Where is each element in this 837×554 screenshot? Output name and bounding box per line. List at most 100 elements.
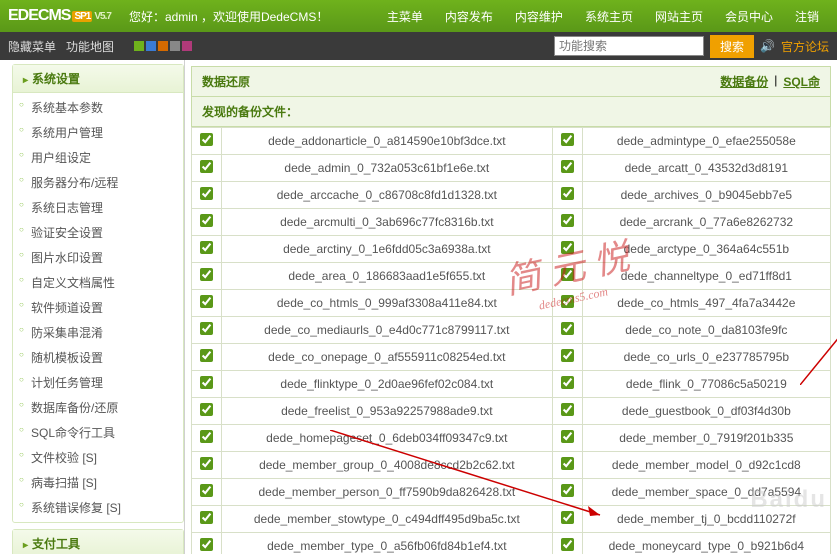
file-name-cell: dede_arctype_0_364a64c551b xyxy=(582,236,830,263)
file-checkbox[interactable] xyxy=(561,133,574,146)
file-name-cell: dede_moneycard_type_0_b921b6d4 xyxy=(582,533,830,554)
sidebar-item[interactable]: 计划任务管理 xyxy=(13,370,183,395)
top-nav: 主菜单 内容发布 内容维护 系统主页 网站主页 会员中心 注销 xyxy=(377,4,829,29)
file-name-cell: dede_arccache_0_c86708c8fd1d1328.txt xyxy=(222,182,553,209)
table-row: dede_co_mediaurls_0_e4d0c771c8799117.txt… xyxy=(192,317,831,344)
file-checkbox[interactable] xyxy=(200,457,213,470)
sidebar-item[interactable]: 系统日志管理 xyxy=(13,195,183,220)
forum-link[interactable]: 官方论坛 xyxy=(781,38,829,55)
sidebar-item[interactable]: 数据库备份/还原 xyxy=(13,395,183,420)
file-checkbox[interactable] xyxy=(200,133,213,146)
file-name-cell: dede_co_htmls_497_4fa7a3442e xyxy=(582,290,830,317)
file-name-cell: dede_arctiny_0_1e6fdd05c3a6938a.txt xyxy=(222,236,553,263)
theme-orange[interactable] xyxy=(158,41,168,51)
file-checkbox[interactable] xyxy=(561,511,574,524)
file-checkbox[interactable] xyxy=(200,268,213,281)
file-checkbox[interactable] xyxy=(561,214,574,227)
file-checkbox[interactable] xyxy=(200,484,213,497)
file-name-cell: dede_freelist_0_953a92257988ade9.txt xyxy=(222,398,553,425)
file-checkbox[interactable] xyxy=(200,160,213,173)
table-row: dede_member_type_0_a56fb06fd84b1ef4.txt d… xyxy=(192,533,831,554)
sidebar-group-title[interactable]: 系统设置 xyxy=(13,65,183,93)
file-name-cell: dede_co_htmls_0_999af3308a411e84.txt xyxy=(222,290,553,317)
file-checkbox[interactable] xyxy=(561,241,574,254)
file-checkbox[interactable] xyxy=(200,430,213,443)
file-checkbox[interactable] xyxy=(200,295,213,308)
file-checkbox[interactable] xyxy=(561,160,574,173)
sidebar-item[interactable]: 服务器分布/远程 xyxy=(13,170,183,195)
file-checkbox[interactable] xyxy=(561,322,574,335)
file-name-cell: dede_archives_0_b9045ebb7e5 xyxy=(582,182,830,209)
sql-cmd-link[interactable]: SQL命 xyxy=(783,73,820,90)
search-button[interactable]: 搜索 xyxy=(710,35,754,58)
file-checkbox[interactable] xyxy=(561,457,574,470)
file-name-cell: dede_member_type_0_a56fb06fd84b1ef4.txt xyxy=(222,533,553,554)
file-checkbox[interactable] xyxy=(200,187,213,200)
theme-gray[interactable] xyxy=(170,41,180,51)
file-name-cell: dede_area_0_186683aad1e5f655.txt xyxy=(222,263,553,290)
file-checkbox[interactable] xyxy=(561,187,574,200)
file-checkbox[interactable] xyxy=(200,349,213,362)
file-name-cell: dede_member_model_0_d92c1cd8 xyxy=(582,452,830,479)
nav-main[interactable]: 主菜单 xyxy=(377,4,433,29)
file-checkbox[interactable] xyxy=(200,376,213,389)
sidebar-item[interactable]: 文件校验 [S] xyxy=(13,445,183,470)
file-checkbox[interactable] xyxy=(561,538,574,551)
logo: EDE CMS SP1 V5.7 xyxy=(8,7,111,25)
table-row: dede_area_0_186683aad1e5f655.txtdede_cha… xyxy=(192,263,831,290)
nav-syshome[interactable]: 系统主页 xyxy=(575,4,643,29)
file-checkbox[interactable] xyxy=(200,403,213,416)
sidebar-item[interactable]: 随机模板设置 xyxy=(13,345,183,370)
sidebar-item[interactable]: 病毒扫描 [S] xyxy=(13,470,183,495)
nav-logout[interactable]: 注销 xyxy=(785,4,829,29)
file-name-cell: dede_member_group_0_4008de8ccd2b2c62.txt xyxy=(222,452,553,479)
file-checkbox[interactable] xyxy=(561,484,574,497)
logo-pre: EDE xyxy=(8,7,38,25)
sidebar-item[interactable]: 系统基本参数 xyxy=(13,95,183,120)
sidebar-item[interactable]: 用户组设定 xyxy=(13,145,183,170)
file-checkbox[interactable] xyxy=(200,241,213,254)
file-checkbox[interactable] xyxy=(561,268,574,281)
backup-file-table: dede_addonarticle_0_a814590e10bf3dce.txt… xyxy=(191,127,831,554)
file-checkbox[interactable] xyxy=(561,430,574,443)
sidebar-item[interactable]: 系统用户管理 xyxy=(13,120,183,145)
theme-green[interactable] xyxy=(134,41,144,51)
nav-publish[interactable]: 内容发布 xyxy=(435,4,503,29)
theme-blue[interactable] xyxy=(146,41,156,51)
sidebar-item[interactable]: 防采集串混淆 xyxy=(13,320,183,345)
file-name-cell: dede_co_urls_0_e237785795b xyxy=(582,344,830,371)
hide-menu-link[interactable]: 隐藏菜单 xyxy=(8,38,56,55)
table-row: dede_member_group_0_4008de8ccd2b2c62.txt… xyxy=(192,452,831,479)
sidebar-item[interactable]: 验证安全设置 xyxy=(13,220,183,245)
file-checkbox[interactable] xyxy=(561,295,574,308)
sidebar-item[interactable]: 自定义文档属性 xyxy=(13,270,183,295)
file-checkbox[interactable] xyxy=(561,349,574,362)
theme-pink[interactable] xyxy=(182,41,192,51)
function-search-input[interactable] xyxy=(554,36,704,56)
nav-sitehome[interactable]: 网站主页 xyxy=(645,4,713,29)
nav-member[interactable]: 会员中心 xyxy=(715,4,783,29)
nav-maintain[interactable]: 内容维护 xyxy=(505,4,573,29)
file-name-cell: dede_guestbook_0_df03f4d30b xyxy=(582,398,830,425)
table-row: dede_arcmulti_0_3ab696c77fc8316b.txtdede… xyxy=(192,209,831,236)
file-name-cell: dede_member_stowtype_0_c494dff495d9ba5c.… xyxy=(222,506,553,533)
sidebar-item[interactable]: 软件频道设置 xyxy=(13,295,183,320)
file-checkbox[interactable] xyxy=(561,403,574,416)
backup-link[interactable]: 数据备份 xyxy=(720,73,768,90)
table-row: dede_arctiny_0_1e6fdd05c3a6938a.txt dede_… xyxy=(192,236,831,263)
file-checkbox[interactable] xyxy=(200,538,213,551)
page-title: 数据还原 xyxy=(202,73,250,90)
sidebar-item[interactable]: 系统错误修复 [S] xyxy=(13,495,183,520)
table-row: dede_admin_0_732a053c61bf1e6e.txtdede_ar… xyxy=(192,155,831,182)
file-name-cell: dede_admin_0_732a053c61bf1e6e.txt xyxy=(222,155,553,182)
file-checkbox[interactable] xyxy=(200,511,213,524)
sidebar-group-title[interactable]: 支付工具 xyxy=(13,530,183,554)
file-name-cell: dede_co_mediaurls_0_e4d0c771c8799117.txt xyxy=(222,317,553,344)
function-map-link[interactable]: 功能地图 xyxy=(66,38,114,55)
sidebar-item[interactable]: SQL命令行工具 xyxy=(13,420,183,445)
file-checkbox[interactable] xyxy=(200,322,213,335)
file-checkbox[interactable] xyxy=(561,376,574,389)
table-row: dede_member_person_0_ff7590b9da826428.tx… xyxy=(192,479,831,506)
sidebar-item[interactable]: 图片水印设置 xyxy=(13,245,183,270)
file-checkbox[interactable] xyxy=(200,214,213,227)
